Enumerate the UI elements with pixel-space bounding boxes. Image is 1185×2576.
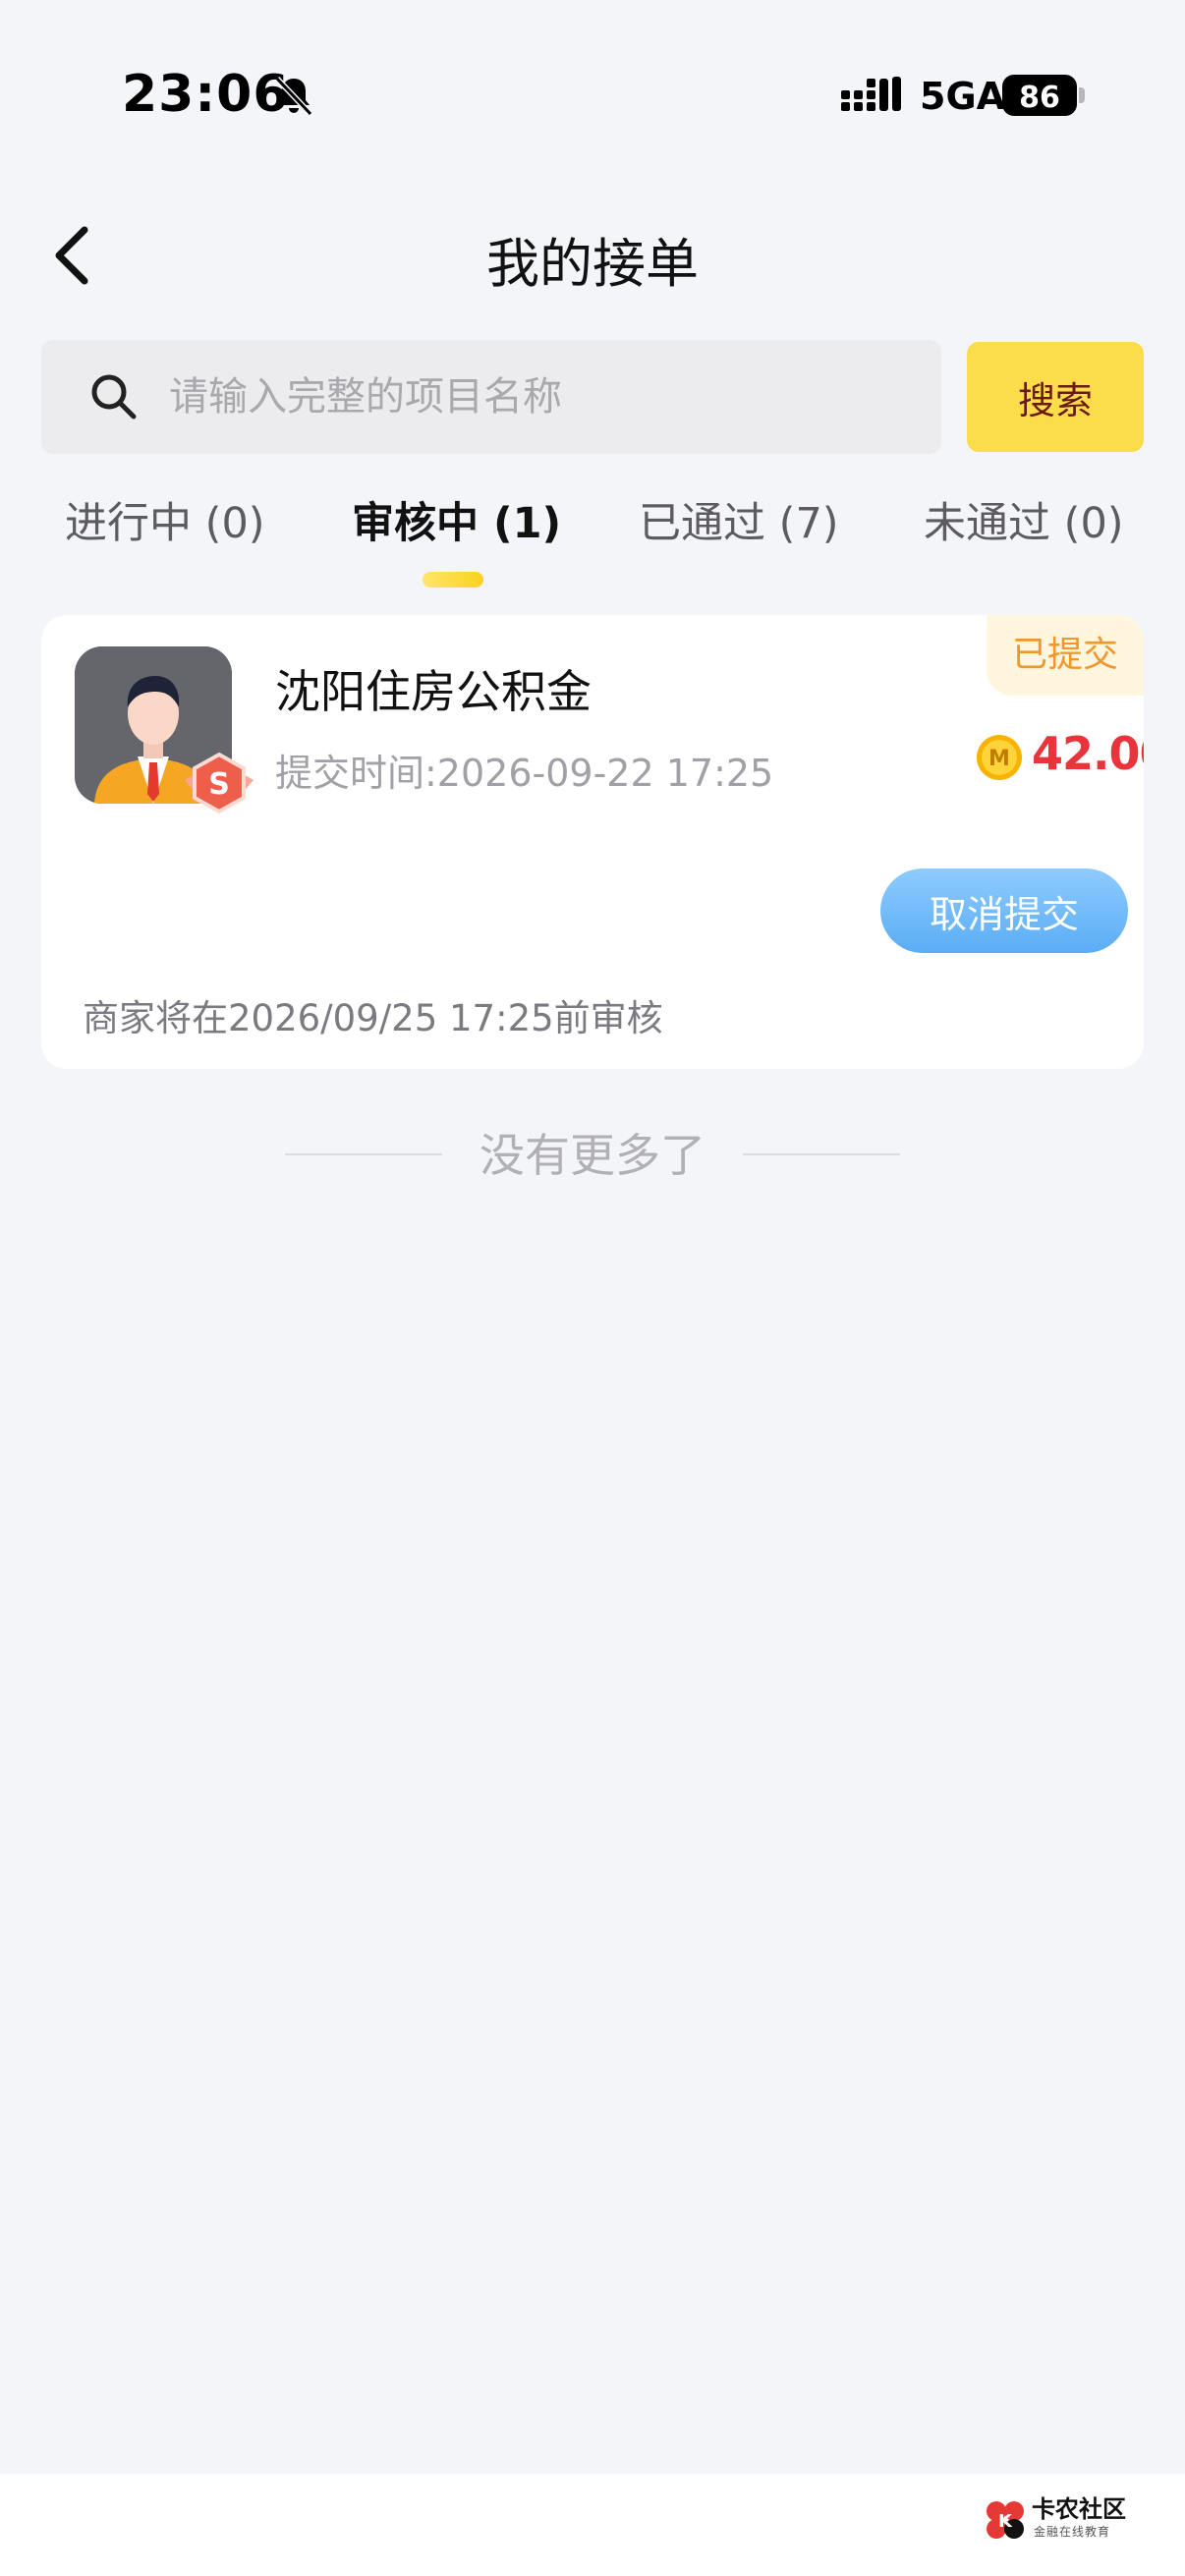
project-title: 沈阳住房公积金 (275, 665, 592, 718)
search-icon (91, 374, 137, 420)
cancel-submission-button[interactable]: 取消提交 (880, 868, 1128, 953)
status-badge: 已提交 (987, 615, 1144, 696)
coin-letter: M (988, 747, 1010, 771)
list-end-indicator: 没有更多了 (0, 1120, 1185, 1189)
divider-right (743, 1153, 900, 1155)
submit-time: 提交时间:2026-09-22 17:25 (275, 752, 774, 795)
search-input[interactable] (169, 369, 916, 424)
active-tab-indicator (423, 572, 483, 588)
rank-badge-icon: S (185, 752, 254, 814)
review-deadline: 商家将在2026/09/25 17:25前审核 (83, 997, 663, 1039)
network-label: 5GA (920, 75, 1006, 118)
watermark-title: 卡农社区 (1032, 2495, 1126, 2523)
no-more-text: 没有更多了 (480, 1129, 705, 1182)
tab-under-review[interactable]: 审核中 (1) (352, 489, 561, 568)
status-bar: 23:06 5GA 86 (0, 0, 1185, 187)
reward-price: 42.00 (1032, 727, 1144, 780)
tab-rejected[interactable]: 未通过 (0) (924, 489, 1124, 568)
status-time: 23:06 (122, 65, 290, 124)
coin-icon: M (977, 735, 1022, 780)
tab-in-progress[interactable]: 进行中 (0) (65, 489, 265, 568)
battery-icon: 86 (1002, 75, 1085, 116)
order-card[interactable]: 已提交 S 沈阳住房公积金 提交时间:2026-09-22 17:25 M 42… (41, 615, 1144, 1069)
battery-cap (1079, 87, 1085, 103)
status-tabs: 进行中 (0) 审核中 (1) 已通过 (7) 未通过 (0) (0, 489, 1185, 597)
page-title: 我的接单 (486, 233, 699, 295)
search-box[interactable] (41, 340, 941, 454)
signal-icon (841, 77, 901, 111)
battery-level: 86 (1019, 81, 1060, 115)
tab-approved[interactable]: 已通过 (7) (639, 489, 839, 568)
bell-slash-icon (274, 76, 313, 117)
svg-text:K: K (998, 2511, 1013, 2532)
watermark-logo-icon: K (987, 2501, 1024, 2539)
watermark-logo: K 卡农社区 金融在线教育 (983, 2486, 1140, 2554)
rank-letter: S (208, 767, 230, 802)
search-button[interactable]: 搜索 (967, 342, 1144, 452)
watermark-subtitle: 金融在线教育 (1034, 2525, 1111, 2539)
